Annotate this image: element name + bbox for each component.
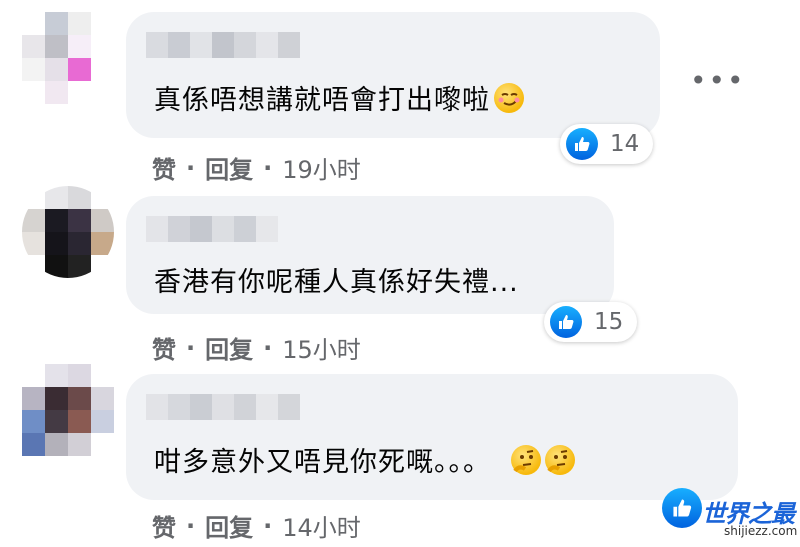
comment-bubble: 香港有你呢種人真係好失禮... [126, 196, 614, 314]
author-name-blurred[interactable] [146, 216, 278, 242]
reply-button[interactable]: 回复 [205, 330, 253, 365]
reaction-count: 14 [610, 131, 640, 157]
comment-text: 咁多意外又唔見你死嘅。。。 [154, 440, 575, 479]
like-reaction-icon [662, 488, 702, 528]
thinking-face-icon [511, 445, 541, 475]
comment-bubble: 真係唔想講就唔會打出嚟啦 [126, 12, 660, 138]
thinking-face-icon [545, 445, 575, 475]
avatar[interactable] [22, 364, 114, 456]
like-button[interactable]: 赞 [152, 508, 176, 543]
author-name-blurred[interactable] [146, 394, 300, 420]
reaction-summary[interactable]: 14 [560, 124, 654, 164]
timestamp[interactable]: 14小时 [282, 508, 361, 543]
smirking-face-icon [494, 83, 524, 113]
author-name-blurred[interactable] [146, 32, 300, 58]
separator-dot: · [186, 153, 196, 182]
comment-bubble: 咁多意外又唔見你死嘅。。。 [126, 374, 738, 500]
reaction-summary[interactable]: 15 [544, 302, 638, 342]
comment-text: 真係唔想講就唔會打出嚟啦 [154, 78, 524, 117]
watermark: 世界之最 shijiezz.com [662, 488, 798, 544]
reaction-count: 15 [594, 309, 624, 335]
separator-dot: · [186, 511, 196, 540]
reply-button[interactable]: 回复 [205, 150, 253, 185]
comment-actions: 赞 · 回复 · 14小时 [152, 508, 361, 543]
comment-actions: 赞 · 回复 · 19小时 [152, 150, 361, 185]
like-button[interactable]: 赞 [152, 330, 176, 365]
watermark-url: shijiezz.com [724, 524, 798, 538]
separator-dot: · [186, 333, 196, 362]
timestamp[interactable]: 15小时 [282, 330, 361, 365]
separator-dot: · [263, 511, 273, 540]
separator-dot: · [263, 333, 273, 362]
separator-dot: · [263, 153, 273, 182]
avatar[interactable] [22, 186, 114, 278]
comment-text: 香港有你呢種人真係好失禮... [154, 267, 519, 298]
like-reaction-icon [566, 128, 598, 160]
like-button[interactable]: 赞 [152, 150, 176, 185]
timestamp[interactable]: 19小时 [282, 150, 361, 185]
like-reaction-icon [550, 306, 582, 338]
more-options-icon[interactable]: ••• [690, 64, 746, 97]
avatar[interactable] [22, 12, 114, 104]
comment-actions: 赞 · 回复 · 15小时 [152, 330, 361, 365]
reply-button[interactable]: 回复 [205, 508, 253, 543]
